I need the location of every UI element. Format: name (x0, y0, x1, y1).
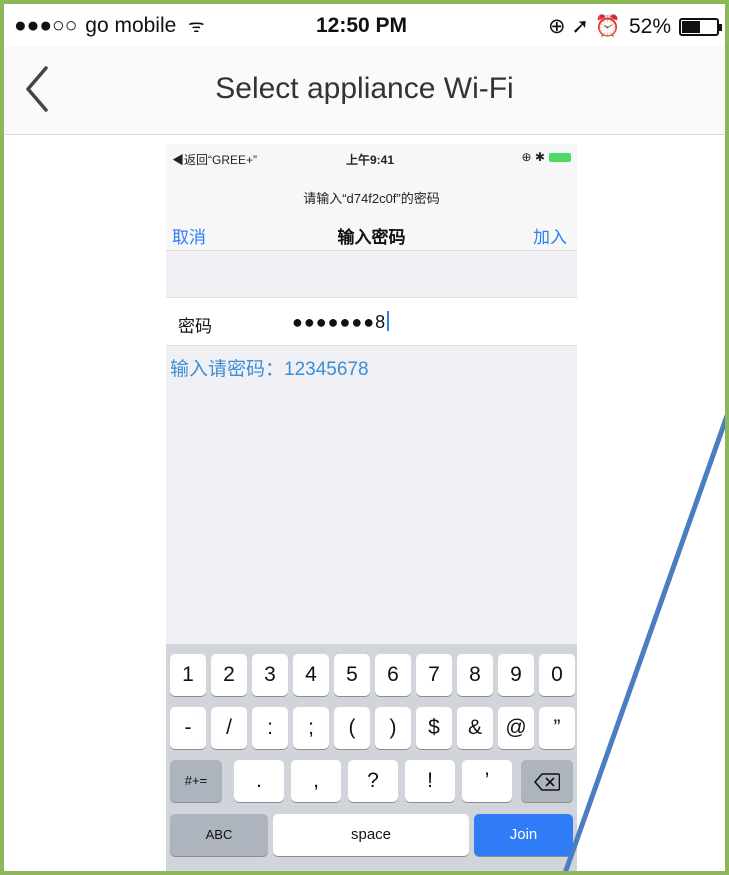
key-symbol-5[interactable]: ( (334, 707, 370, 749)
key-abc[interactable]: ABC (170, 814, 268, 856)
key-9[interactable]: 9 (498, 654, 534, 696)
key-6[interactable]: 6 (375, 654, 411, 696)
key-symbol-6[interactable]: ) (375, 707, 411, 749)
key-symbol-2[interactable]: / (211, 707, 247, 749)
key-symbol-10[interactable]: ” (539, 707, 575, 749)
signal-strength: ●●●○○ (14, 14, 78, 37)
wifi-icon: ᯤ (188, 16, 205, 36)
password-dialog-header: 请输入“d74f2c0f”的密码 输入密码 取消 加入 (166, 170, 577, 251)
password-prompt: 请输入“d74f2c0f”的密码 (303, 191, 440, 206)
backspace-icon (534, 772, 561, 791)
key-symbols[interactable]: #+= (170, 760, 222, 802)
password-input[interactable]: ●●●●●●●8 (292, 311, 390, 333)
inner-status-time: 上午9:41 (346, 153, 395, 167)
key-punct-5[interactable]: ’ (462, 760, 512, 802)
key-symbol-7[interactable]: $ (416, 707, 452, 749)
key-3[interactable]: 3 (252, 654, 288, 696)
key-symbol-4[interactable]: ; (293, 707, 329, 749)
key-punct-4[interactable]: ! (405, 760, 455, 802)
password-hint: 输入请密码：12345678 (170, 359, 369, 380)
key-backspace[interactable] (521, 760, 573, 802)
status-left: ●●●○○ go mobile ᯤ (14, 14, 205, 38)
key-4[interactable]: 4 (293, 654, 329, 696)
dialog-title: 输入密码 (337, 228, 406, 247)
key-punct-1[interactable]: . (234, 760, 284, 802)
key-symbol-3[interactable]: : (252, 707, 288, 749)
inner-battery-icon (549, 152, 571, 162)
password-value: ●●●●●●●8 (292, 312, 387, 332)
inner-status-icons: ⊕ ✱ (522, 150, 571, 164)
back-to-app-link[interactable]: ◀返回“GREE+” (172, 151, 257, 168)
key-symbol-8[interactable]: & (457, 707, 493, 749)
join-nav-button[interactable]: 加入 (533, 223, 567, 248)
key-symbol-1[interactable]: - (170, 707, 206, 749)
key-2[interactable]: 2 (211, 654, 247, 696)
carrier-name: go mobile (85, 14, 177, 37)
password-field-row[interactable]: 密码 ●●●●●●●8 (166, 297, 577, 346)
inner-status-glyphs: ⊕ ✱ (521, 150, 545, 164)
key-punct-3[interactable]: ? (348, 760, 398, 802)
key-symbol-9[interactable]: @ (498, 707, 534, 749)
key-space[interactable]: space (273, 814, 469, 856)
page-title: Select appliance Wi-Fi (215, 72, 514, 105)
status-bar: ●●●○○ go mobile ᯤ 12:50 PM ⊕ ➚ ⏰ 52% (4, 4, 725, 46)
cancel-button[interactable]: 取消 (172, 223, 206, 248)
key-8[interactable]: 8 (457, 654, 493, 696)
inner-status-bar: ◀返回“GREE+” 上午9:41 ⊕ ✱ (166, 144, 577, 170)
key-7[interactable]: 7 (416, 654, 452, 696)
key-1[interactable]: 1 (170, 654, 206, 696)
embedded-screenshot: ◀返回“GREE+” 上午9:41 ⊕ ✱ 请输入“d74f2c0f”的密码 输… (166, 144, 577, 871)
text-cursor (387, 311, 390, 331)
battery-percent: 52% (628, 14, 671, 38)
key-5[interactable]: 5 (334, 654, 370, 696)
status-time: 12:50 PM (316, 14, 408, 37)
password-label: 密码 (178, 317, 212, 336)
battery-icon (679, 17, 722, 36)
status-icons: ⊕ ➚ ⏰ (547, 15, 621, 38)
keyboard: #+= ABC space Join 1 2 3 4 5 6 7 8 9 0 - /:;() $ & @”.… (166, 644, 577, 871)
key-10[interactable]: 0 (539, 654, 575, 696)
join-button[interactable]: Join (474, 814, 573, 856)
status-right: ⊕ ➚ ⏰ 52% (547, 14, 722, 39)
key-punct-2[interactable]: , (291, 760, 341, 802)
navigation-bar: Select appliance Wi-Fi (4, 46, 725, 135)
screenshot-frame: ●●●○○ go mobile ᯤ 12:50 PM ⊕ ➚ ⏰ 52% Sel… (0, 0, 729, 875)
